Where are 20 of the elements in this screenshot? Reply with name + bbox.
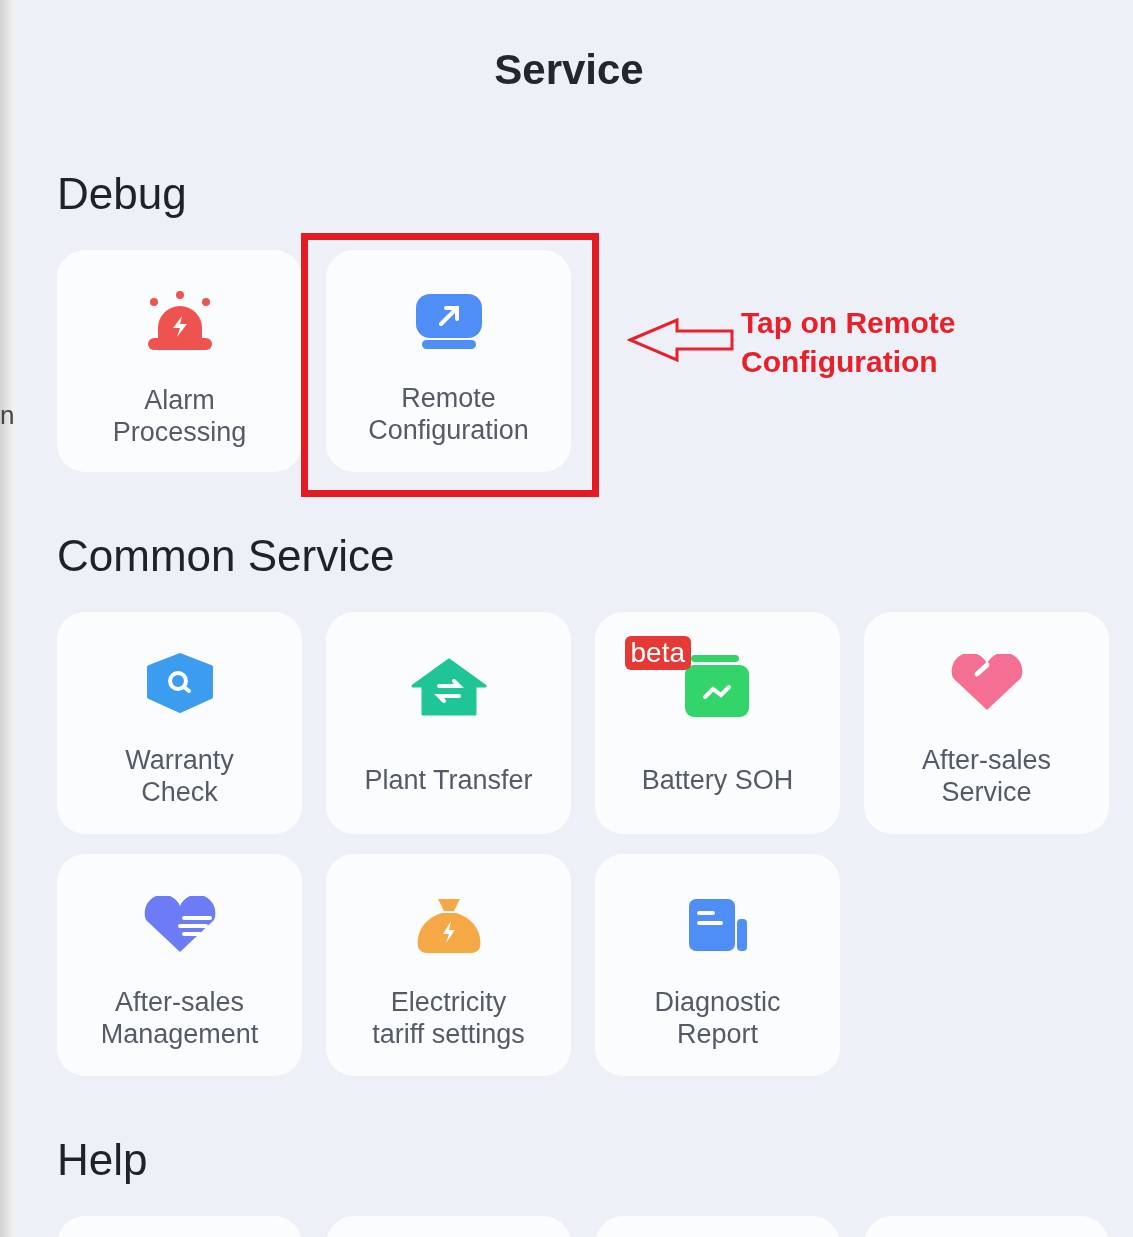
service-tile[interactable]: beta Battery SOH [595,612,840,834]
service-tile[interactable]: Warranty Check [57,612,302,834]
house-arrows-icon [410,658,487,716]
document-icon [686,897,749,953]
beta-badge: beta [624,636,691,670]
section-heading: Common Service [57,530,396,582]
hexagon-search-icon [144,653,215,713]
monitor-arrow-icon [413,292,484,350]
cut-text: n [0,402,15,428]
service-tile[interactable]: After-sales Service [864,612,1109,834]
service-tile[interactable]: Remote Configuration [326,250,571,472]
service-tile[interactable]: Diagnostic Report [595,854,840,1076]
instruction-text: Tap on Remote Configuration [741,305,956,380]
service-tile[interactable]: After-sales Management [57,854,302,1076]
service-tile[interactable]: Electricity tariff settings [326,854,571,1076]
service-tile[interactable]: Plant Transfer [326,612,571,834]
section-heading: Debug [57,168,188,220]
section-heading: Help [57,1134,149,1186]
page-title: Service [493,45,645,95]
service-tile[interactable]: Alarm Processing [57,250,302,472]
